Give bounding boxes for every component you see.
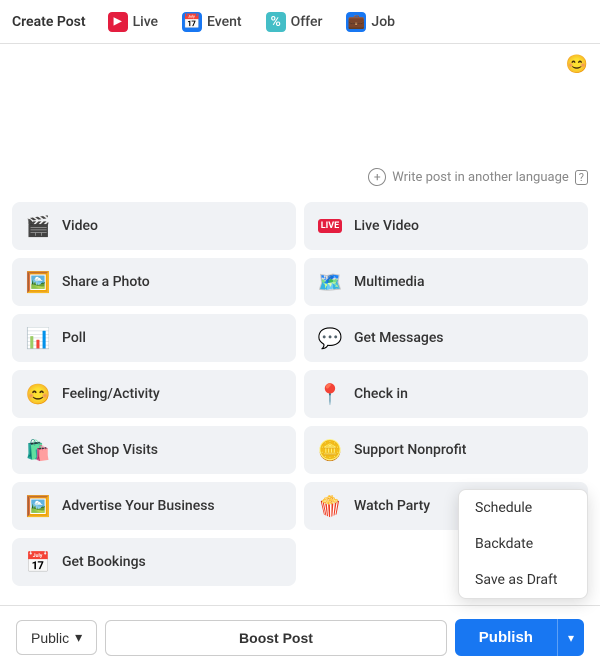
check-in-icon: 📍 — [316, 380, 344, 408]
multimedia-icon: 🗺️ — [316, 268, 344, 296]
option-multimedia[interactable]: 🗺️ Multimedia — [304, 258, 588, 306]
option-check-in-label: Check in — [354, 386, 408, 402]
advertise-business-icon: 🖼️ — [24, 492, 52, 520]
job-icon: 💼 — [346, 12, 366, 32]
create-post-label: Create Post — [12, 14, 86, 30]
option-get-shop-visits[interactable]: 🛍️ Get Shop Visits — [12, 426, 296, 474]
live-video-icon: LIVE — [316, 212, 344, 240]
option-get-shop-visits-label: Get Shop Visits — [62, 442, 158, 458]
header-tabs: Create Post ▶ Live 📅 Event % Offer 💼 Job — [0, 0, 600, 44]
tab-job-label: Job — [371, 14, 395, 30]
tab-offer[interactable]: % Offer — [256, 6, 333, 38]
tab-event[interactable]: 📅 Event — [172, 6, 252, 38]
event-icon: 📅 — [182, 12, 202, 32]
add-language-button[interactable]: + — [368, 168, 386, 186]
public-dropdown-icon: ▾ — [75, 629, 82, 646]
publish-button[interactable]: Publish — [455, 619, 557, 656]
option-support-nonprofit-label: Support Nonprofit — [354, 442, 466, 458]
option-get-bookings[interactable]: 📅 Get Bookings — [12, 538, 296, 586]
option-check-in[interactable]: 📍 Check in — [304, 370, 588, 418]
tab-live[interactable]: ▶ Live — [98, 6, 168, 38]
video-icon: 🎬 — [24, 212, 52, 240]
option-advertise-business[interactable]: 🖼️ Advertise Your Business — [12, 482, 296, 530]
poll-icon: 📊 — [24, 324, 52, 352]
option-watch-party-label: Watch Party — [354, 498, 430, 514]
option-live-video-label: Live Video — [354, 218, 419, 234]
tab-event-label: Event — [207, 14, 242, 30]
option-get-bookings-label: Get Bookings — [62, 554, 146, 570]
option-multimedia-label: Multimedia — [354, 274, 425, 290]
publish-arrow-button[interactable]: ▾ — [557, 619, 584, 656]
boost-post-button[interactable]: Boost Post — [105, 620, 447, 656]
tab-live-label: Live — [133, 14, 158, 30]
publish-group: Publish ▾ — [455, 619, 584, 656]
tab-job[interactable]: 💼 Job — [336, 6, 405, 38]
publish-dropdown: Schedule Backdate Save as Draft — [458, 489, 588, 599]
backdate-item[interactable]: Backdate — [459, 526, 587, 562]
publish-arrow-icon: ▾ — [568, 631, 574, 645]
option-poll[interactable]: 📊 Poll — [12, 314, 296, 362]
offer-icon: % — [266, 12, 286, 32]
language-prompt[interactable]: Write post in another language — [392, 170, 569, 185]
public-label: Public — [31, 630, 69, 646]
schedule-item[interactable]: Schedule — [459, 490, 587, 526]
tab-offer-label: Offer — [291, 14, 323, 30]
public-button[interactable]: Public ▾ — [16, 620, 97, 655]
support-nonprofit-icon: 🪙 — [316, 436, 344, 464]
option-live-video[interactable]: LIVE Live Video — [304, 202, 588, 250]
language-bar: + Write post in another language ? — [0, 164, 600, 194]
option-poll-label: Poll — [62, 330, 86, 346]
feeling-activity-icon: 😊 — [24, 380, 52, 408]
option-get-messages[interactable]: 💬 Get Messages — [304, 314, 588, 362]
get-bookings-icon: 📅 — [24, 548, 52, 576]
get-messages-icon: 💬 — [316, 324, 344, 352]
save-draft-item[interactable]: Save as Draft — [459, 562, 587, 598]
post-area: 😊 — [0, 44, 600, 164]
option-feeling-activity[interactable]: 😊 Feeling/Activity — [12, 370, 296, 418]
option-video[interactable]: 🎬 Video — [12, 202, 296, 250]
language-help-icon: ? — [575, 170, 588, 185]
option-advertise-business-label: Advertise Your Business — [62, 498, 215, 514]
option-share-photo[interactable]: 🖼️ Share a Photo — [12, 258, 296, 306]
option-video-label: Video — [62, 218, 98, 234]
option-share-photo-label: Share a Photo — [62, 274, 150, 290]
watch-party-icon: 🍿 — [316, 492, 344, 520]
option-get-messages-label: Get Messages — [354, 330, 444, 346]
emoji-button[interactable]: 😊 — [566, 54, 588, 75]
share-photo-icon: 🖼️ — [24, 268, 52, 296]
option-support-nonprofit[interactable]: 🪙 Support Nonprofit — [304, 426, 588, 474]
bottom-bar: Public ▾ Boost Post Publish ▾ — [0, 605, 600, 669]
live-icon: ▶ — [108, 12, 128, 32]
option-feeling-activity-label: Feeling/Activity — [62, 386, 160, 402]
get-shop-visits-icon: 🛍️ — [24, 436, 52, 464]
